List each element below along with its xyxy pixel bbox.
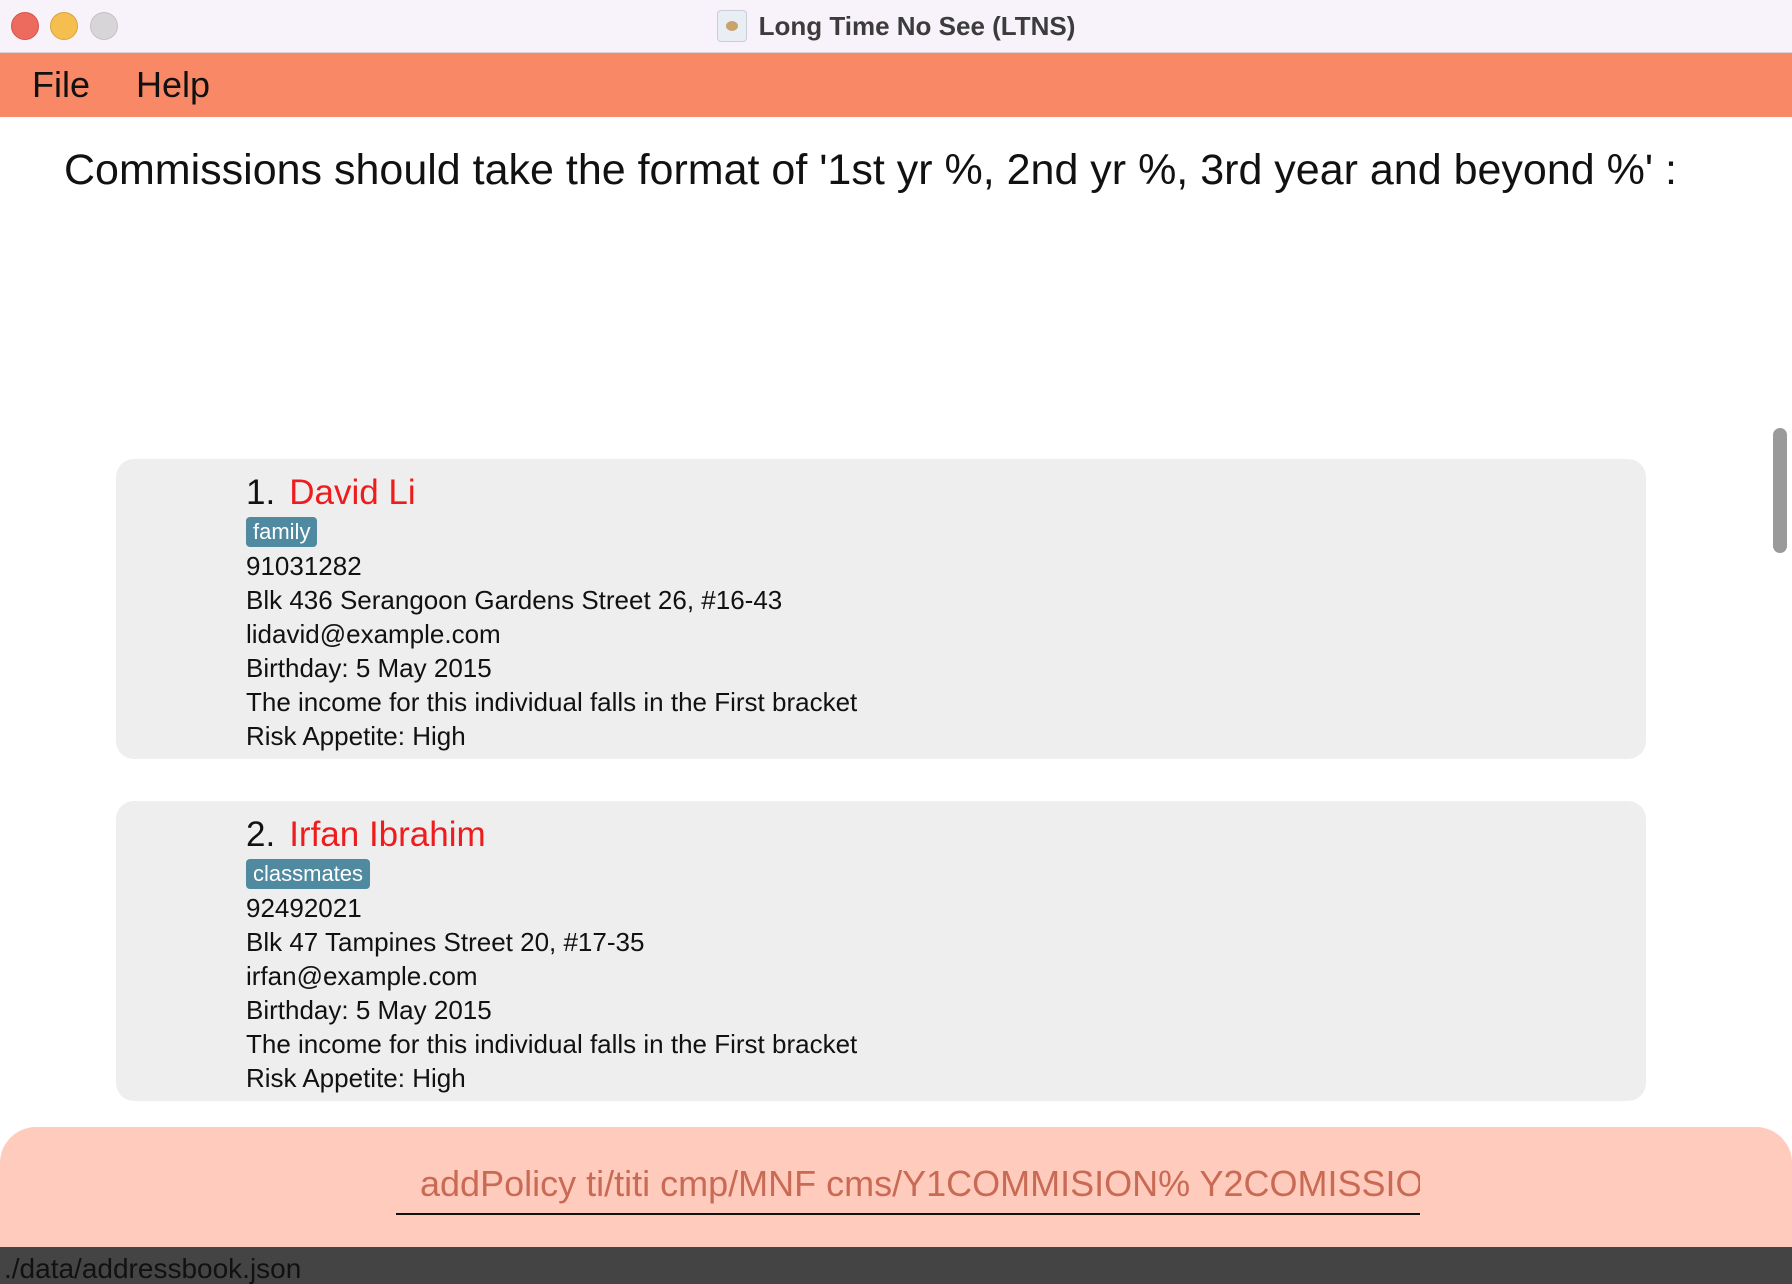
- person-name: Irfan Ibrahim: [289, 815, 486, 854]
- status-file-path: ./data/addressbook.json: [4, 1253, 302, 1284]
- person-card-content: 1. David Li family 91031282 Blk 436 Seran…: [246, 471, 857, 753]
- person-tag: family: [246, 517, 318, 547]
- status-bar: ./data/addressbook.json: [0, 1247, 1792, 1284]
- person-email: lidavid@example.com: [246, 619, 501, 649]
- list-scrollbar-thumb[interactable]: [1773, 428, 1787, 553]
- person-risk: Risk Appetite: High: [246, 721, 466, 751]
- person-tag: classmates: [246, 859, 371, 889]
- person-risk: Risk Appetite: High: [246, 1063, 466, 1093]
- menu-bar: File Help: [0, 53, 1792, 117]
- person-address: Blk 47 Tampines Street 20, #17-35: [246, 927, 645, 957]
- ltns-app-icon: [716, 10, 747, 42]
- person-name-row: 2. Irfan Ibrahim: [246, 813, 857, 857]
- person-address: Blk 436 Serangoon Gardens Street 26, #16…: [246, 585, 783, 615]
- person-email: irfan@example.com: [246, 961, 478, 991]
- person-card[interactable]: 1. David Li family 91031282 Blk 436 Seran…: [116, 459, 1646, 759]
- person-card[interactable]: 2. Irfan Ibrahim classmates 92492021 Blk …: [116, 801, 1646, 1101]
- person-list[interactable]: 1. David Li family 91031282 Blk 436 Seran…: [0, 405, 1792, 1127]
- person-name-row: 1. David Li: [246, 471, 857, 515]
- window-title: Long Time No See (LTNS): [758, 10, 1076, 41]
- result-display: Commissions should take the format of '1…: [36, 120, 1752, 405]
- person-income: The income for this individual falls in …: [246, 1029, 858, 1059]
- window-title-group: Long Time No See (LTNS): [0, 0, 1792, 52]
- menu-help[interactable]: Help: [136, 64, 210, 106]
- person-birthday: Birthday: 5 May 2015: [246, 653, 492, 683]
- command-input[interactable]: [396, 1155, 1420, 1215]
- menu-file[interactable]: File: [32, 64, 90, 106]
- person-birthday: Birthday: 5 May 2015: [246, 995, 492, 1025]
- person-income: The income for this individual falls in …: [246, 687, 858, 717]
- person-phone: 91031282: [246, 551, 362, 581]
- person-phone: 92492021: [246, 893, 362, 923]
- result-message: Commissions should take the format of '1…: [64, 146, 1677, 194]
- person-card-content: 2. Irfan Ibrahim classmates 92492021 Blk …: [246, 813, 857, 1095]
- command-box: [0, 1127, 1792, 1247]
- person-name: David Li: [289, 473, 416, 512]
- person-index: 2.: [246, 815, 276, 854]
- title-bar: Long Time No See (LTNS): [0, 0, 1792, 53]
- person-index: 1.: [246, 473, 276, 512]
